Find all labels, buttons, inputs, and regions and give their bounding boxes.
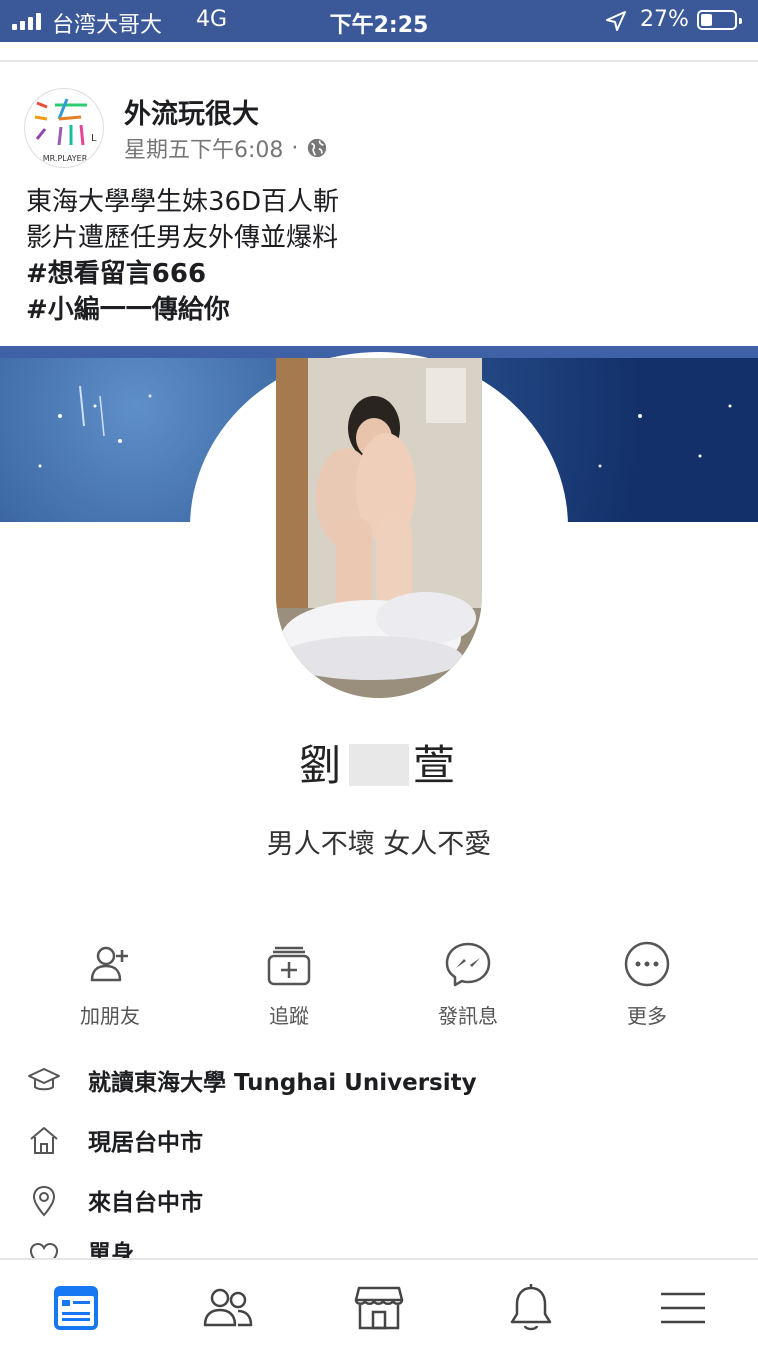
- follow-icon: [267, 946, 311, 986]
- svg-text:L: L: [91, 133, 97, 144]
- profile-actions: 加朋友 追蹤 發訊息 更多: [20, 938, 738, 1038]
- menu-icon[interactable]: [655, 1280, 711, 1336]
- post-line: 東海大學學生妹36D百人斬: [26, 187, 340, 217]
- info-relationship-text: 單身: [88, 1241, 134, 1258]
- hashtag-link[interactable]: #想看留言666: [26, 256, 339, 292]
- info-relationship[interactable]: 單身: [26, 1238, 134, 1258]
- follow-label: 追蹤: [269, 1004, 309, 1028]
- info-current-city-text: 現居台中市: [88, 1130, 203, 1156]
- more-icon: [624, 941, 670, 987]
- profile-bio: 男人不壞 女人不愛: [266, 829, 492, 860]
- post-timestamp[interactable]: 星期五下午6:08: [124, 132, 283, 164]
- svg-text:MR.PLAYER: MR.PLAYER: [43, 154, 88, 163]
- profile-name-last: 萱: [413, 741, 460, 790]
- info-education-text: 就讀東海大學 Tunghai University: [88, 1070, 477, 1096]
- post-text: 東海大學學生妹36D百人斬 影片遭歷任男友外傳並爆料 #想看留言666 #小編一…: [26, 184, 339, 328]
- message-label: 發訊息: [438, 1004, 498, 1028]
- friends-icon[interactable]: [200, 1280, 256, 1336]
- heart-icon: [29, 1242, 59, 1258]
- add-friend-label: 加朋友: [80, 1004, 140, 1028]
- add-friend-button[interactable]: 加朋友: [40, 938, 180, 1029]
- divider: [0, 60, 758, 62]
- battery-percent: 27%: [640, 7, 689, 32]
- status-bar: 台湾大哥大 4G 下午2:25 27%: [0, 0, 758, 42]
- graduation-cap-icon: [28, 1068, 60, 1091]
- notifications-icon[interactable]: [503, 1280, 559, 1336]
- marketplace-icon[interactable]: [351, 1280, 407, 1336]
- follow-button[interactable]: 追蹤: [219, 938, 359, 1029]
- battery-icon: [697, 10, 742, 30]
- add-friend-icon: [90, 946, 128, 982]
- info-education[interactable]: 就讀東海大學 Tunghai University: [26, 1060, 477, 1100]
- meta-separator: ·: [291, 135, 299, 161]
- profile-name-first: 劉: [298, 741, 345, 790]
- info-hometown-text: 來自台中市: [88, 1190, 203, 1216]
- profile-name: 劉萱: [0, 732, 758, 793]
- globe-icon: [308, 138, 327, 158]
- home-icon: [30, 1127, 58, 1154]
- info-hometown[interactable]: 來自台中市: [26, 1180, 203, 1220]
- messenger-icon: [445, 942, 491, 987]
- page-name[interactable]: 外流玩很大: [124, 92, 259, 131]
- bottom-navigation: [0, 1258, 758, 1351]
- profile-picture[interactable]: [276, 358, 482, 698]
- name-censor-block: [349, 744, 409, 786]
- location-arrow-icon: [606, 11, 626, 31]
- page-logo: L MR.PLAYER: [34, 98, 97, 163]
- message-button[interactable]: 發訊息: [398, 938, 538, 1029]
- post-line: 影片遭歷任男友外傳並爆料: [26, 223, 339, 253]
- more-button[interactable]: 更多: [577, 938, 717, 1029]
- news-feed-icon[interactable]: [48, 1280, 104, 1336]
- more-label: 更多: [627, 1004, 667, 1028]
- page-avatar[interactable]: L MR.PLAYER: [24, 88, 104, 168]
- info-current-city[interactable]: 現居台中市: [26, 1120, 203, 1160]
- post-meta: 星期五下午6:08 ·: [124, 132, 328, 164]
- location-pin-icon: [32, 1185, 56, 1217]
- hashtag-link[interactable]: #小編一一傳給你: [26, 292, 339, 328]
